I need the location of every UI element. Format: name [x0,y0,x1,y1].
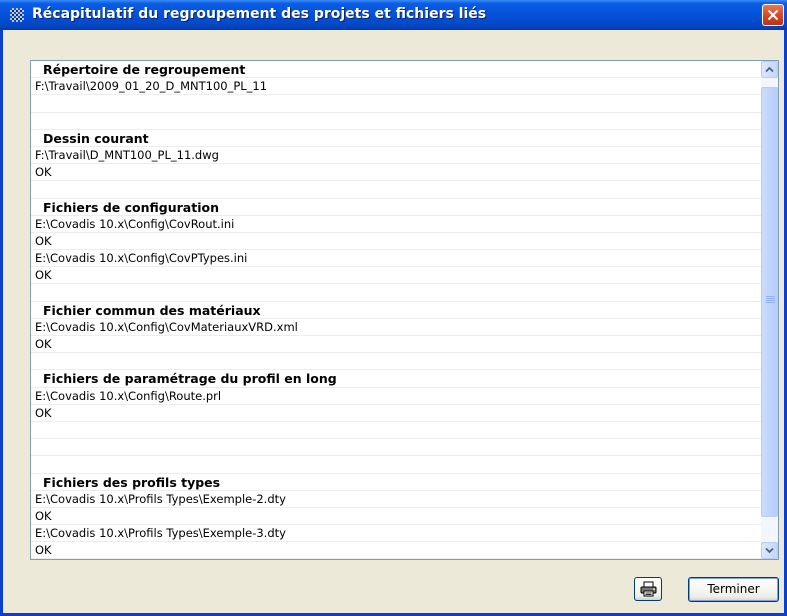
list-item[interactable]: F:\Travail\D_MNT100_PL_11.dwg [31,147,762,165]
list-item[interactable]: E:\Covadis 10.x\Config\CovMateriauxVRD.x… [31,319,762,336]
grid-app-icon [9,7,25,23]
print-button[interactable] [634,577,662,601]
vertical-scrollbar[interactable] [761,61,778,559]
scroll-up-button[interactable] [761,61,778,78]
list-item[interactable]: E:\Covadis 10.x\Config\CovRout.ini [31,216,762,233]
empty-row[interactable] [31,95,762,113]
scrollbar-thumb[interactable] [761,87,778,517]
empty-row[interactable] [31,353,762,371]
list-item[interactable]: E:\Covadis 10.x\Config\CovPTypes.ini [31,250,762,268]
close-button[interactable] [762,4,784,26]
section-header[interactable]: Fichiers de configuration [31,199,762,216]
empty-row[interactable] [31,284,762,302]
section-header[interactable]: Répertoire de regroupement [31,61,762,79]
summary-listbox[interactable]: Répertoire de regroupement F:\Travail\200… [30,60,779,560]
empty-row[interactable] [31,439,762,457]
title-bar[interactable]: Récapitulatif du regroupement des projet… [0,0,787,30]
terminer-button[interactable]: Terminer [688,577,779,602]
dialog-window: Récapitulatif du regroupement des projet… [0,0,787,616]
empty-row[interactable] [31,181,762,199]
list-item[interactable]: OK [31,267,762,285]
section-header[interactable]: Dessin courant [31,130,762,147]
list-item[interactable]: OK [31,233,762,251]
empty-row[interactable] [31,113,762,130]
empty-row[interactable] [31,456,762,474]
list-item[interactable]: F:\Travail\2009_01_20_D_MNT100_PL_11 [31,78,762,96]
list-item[interactable]: OK [31,164,762,182]
list-item[interactable]: E:\Covadis 10.x\Profils Types\Exemple-2.… [31,491,762,508]
list-item[interactable]: E:\Covadis 10.x\Config\Route.prl [31,388,762,405]
section-header[interactable]: Fichiers de paramétrage du profil en lon… [31,370,762,388]
scrollbar-grip [766,296,775,306]
summary-list: Répertoire de regroupement F:\Travail\200… [31,61,762,559]
empty-row[interactable] [31,422,762,440]
section-header[interactable]: Fichier commun des matériaux [31,302,762,319]
list-item[interactable]: OK [31,336,762,354]
list-item[interactable]: OK [31,542,762,559]
section-header[interactable]: Fichiers des profils types [31,474,762,491]
list-item[interactable]: OK [31,405,762,422]
scroll-down-button[interactable] [761,542,778,559]
list-item[interactable]: E:\Covadis 10.x\Profils Types\Exemple-3.… [31,525,762,543]
list-item[interactable]: OK [31,508,762,526]
window-title: Récapitulatif du regroupement des projet… [32,6,487,22]
